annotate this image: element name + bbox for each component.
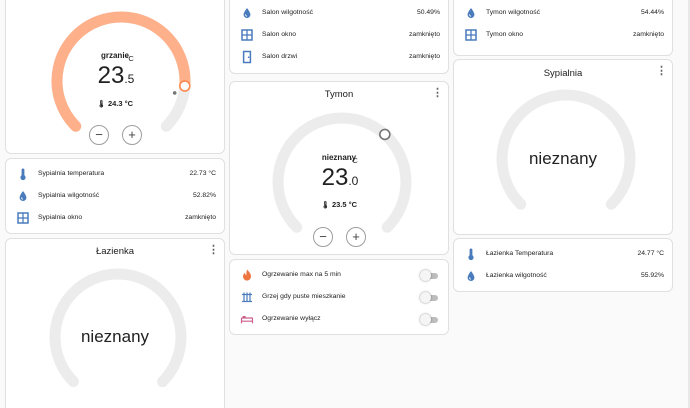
tymon-sensors-card: Tymon wilgotność 54.44% Tymon okno zamknięt…	[453, 0, 673, 56]
entity-label: Łazienka wilgotność	[486, 272, 547, 279]
entity-label: Sypialnia temperatura	[38, 170, 105, 177]
target-temp-decimal: .5	[124, 72, 135, 86]
entity-row[interactable]: Salon wilgotność 50.49%	[230, 3, 448, 25]
entity-row[interactable]: Salon drzwi zamknięto	[230, 47, 448, 69]
entity-row[interactable]: Ogrzewanie max na 5 min	[230, 265, 448, 287]
current-marker	[172, 91, 177, 95]
decrease-button[interactable]: −	[313, 227, 333, 247]
entity-value: zamknięto	[185, 214, 216, 221]
toggle-switch[interactable]	[420, 314, 438, 325]
thermometer-icon: 🌡	[320, 202, 330, 209]
window-icon	[464, 28, 478, 42]
toggle-switch[interactable]	[420, 292, 438, 303]
thermostat-card-top: grzanie 23 °C .5 🌡 24.3 °C − +	[5, 0, 225, 154]
water-drop-icon	[464, 269, 478, 283]
entity-value: zamknięto	[409, 31, 440, 38]
water-drop-icon	[240, 6, 254, 20]
thermostat-dial[interactable]	[454, 60, 674, 236]
target-temperature: 23 °C .0	[320, 156, 360, 192]
target-temperature: 23 °C .5	[96, 54, 136, 90]
entity-value: 54.44%	[640, 9, 664, 16]
thermostat-state: nieznany	[80, 327, 150, 346]
thermostat-mode: nieznany	[321, 153, 357, 162]
entity-row[interactable]: Sypialnia okno zamknięto	[6, 208, 224, 230]
window-icon	[240, 28, 254, 42]
water-drop-icon	[464, 6, 478, 20]
toggle-knob	[420, 292, 431, 303]
temp-unit: °C	[125, 54, 134, 63]
entity-value: 55.92%	[640, 272, 664, 279]
temp-unit: °C	[349, 156, 358, 165]
entity-row[interactable]: Łazienka wilgotność 55.92%	[454, 266, 672, 288]
entity-row[interactable]: Łazienka Temperatura 24.77 °C	[454, 244, 672, 266]
entity-label: Sypialnia okno	[38, 214, 83, 221]
thermostat-mode: grzanie	[100, 51, 129, 60]
entity-value: zamknięto	[409, 53, 440, 60]
entity-value: 52.82%	[192, 192, 216, 199]
entity-row[interactable]: Tymon okno zamknięto	[454, 25, 672, 47]
entity-label: Tymon okno	[486, 31, 524, 38]
entity-value: 24.77 °C	[637, 250, 664, 257]
entity-label: Salon drzwi	[262, 53, 298, 60]
target-temp-int: 23	[97, 62, 125, 89]
current-temperature: 🌡 24.3 °C	[96, 99, 134, 108]
current-temperature: 🌡 23.5 °C	[320, 200, 358, 209]
increase-button[interactable]: +	[346, 227, 366, 247]
bed-icon	[240, 312, 254, 326]
target-temp-int: 23	[321, 164, 349, 191]
tymon-thermostat-card: Tymon ⋮ nieznany 23 °C .0 🌡 23.5 °C − +	[229, 81, 449, 255]
heating-controls-card: Ogrzewanie max na 5 min Grzej gdy puste m…	[229, 259, 449, 335]
target-handle	[379, 128, 391, 141]
toggle-knob	[420, 270, 431, 281]
fire-icon	[240, 268, 254, 282]
entity-label: Tymon wilgotność	[486, 9, 541, 16]
entity-row[interactable]: Grzej gdy puste mieszkanie	[230, 287, 448, 309]
water-drop-icon	[16, 189, 30, 203]
window-icon	[16, 211, 30, 225]
sypialnia-sensors-card: Sypialnia temperatura 22.73 °C Sypialnia w…	[5, 158, 225, 234]
radiator-icon	[240, 290, 254, 304]
thermometer-icon	[464, 247, 478, 261]
decrease-button[interactable]: −	[89, 125, 109, 145]
entity-value: zamknięto	[633, 31, 664, 38]
entity-row[interactable]: Tymon wilgotność 54.44%	[454, 3, 672, 25]
toggle-knob	[420, 314, 431, 325]
entity-label: Grzej gdy puste mieszkanie	[262, 293, 346, 300]
thermometer-icon: 🌡	[96, 101, 106, 108]
toggle-switch[interactable]	[420, 270, 438, 281]
salon-sensors-card: Salon wilgotność 50.49% Salon okno zamknięt…	[229, 0, 449, 74]
entity-value: 22.73 °C	[189, 170, 216, 177]
entity-label: Łazienka Temperatura	[486, 250, 554, 257]
entity-row[interactable]: Sypialnia wilgotność 52.82%	[6, 186, 224, 208]
thermostat-dial[interactable]	[6, 239, 226, 408]
entity-row[interactable]: Sypialnia temperatura 22.73 °C	[6, 164, 224, 186]
entity-label: Ogrzewanie max na 5 min	[262, 271, 341, 278]
lazienka-sensors-card: Łazienka Temperatura 24.77 °C Łazienka wil…	[453, 238, 673, 292]
entity-label: Salon wilgotność	[262, 9, 314, 16]
target-handle	[179, 80, 191, 92]
sypialnia-thermostat-card: Sypialnia ⋮ nieznany	[453, 59, 673, 235]
thermometer-icon	[16, 167, 30, 181]
entity-label: Sypialnia wilgotność	[38, 192, 100, 199]
target-temp-decimal: .0	[348, 174, 359, 188]
thermostat-state: nieznany	[528, 149, 598, 168]
entity-label: Salon okno	[262, 31, 297, 38]
increase-button[interactable]: +	[122, 125, 142, 145]
lazienka-thermostat-card: Łazienka ⋮ nieznany	[5, 238, 225, 408]
entity-label: Ogrzewanie wyłącz	[262, 315, 321, 322]
entity-row[interactable]: Ogrzewanie wyłącz	[230, 309, 448, 331]
entity-value: 50.49%	[416, 9, 440, 16]
entity-row[interactable]: Salon okno zamknięto	[230, 25, 448, 47]
door-icon	[240, 50, 254, 64]
